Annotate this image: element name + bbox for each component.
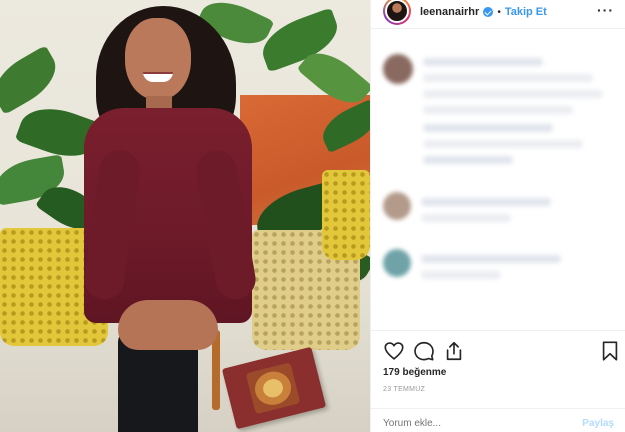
header-divider <box>371 28 625 29</box>
blurred-avatar <box>383 249 411 277</box>
heart-icon[interactable] <box>383 340 405 362</box>
post-sidebar: leenanairhr • Takip Et ··· 179 beğenme 2… <box>370 0 625 432</box>
hands <box>118 300 218 350</box>
face <box>125 18 191 100</box>
comment-bar: Paylaş <box>371 408 625 432</box>
share-icon[interactable] <box>443 340 465 362</box>
blurred-text <box>423 74 593 82</box>
username-link[interactable]: leenanairhr <box>420 6 479 18</box>
blurred-text <box>423 140 583 148</box>
actions-divider <box>371 330 625 331</box>
separator-dot: • <box>497 6 501 18</box>
blurred-comments <box>371 34 625 324</box>
blurred-text <box>421 214 511 222</box>
more-options-icon[interactable]: ··· <box>597 2 614 18</box>
action-bar <box>381 340 621 362</box>
book-cover-art <box>245 362 301 415</box>
blurred-text <box>421 255 561 263</box>
blurred-avatar <box>383 192 411 220</box>
yellow-planter <box>322 170 370 260</box>
blurred-text <box>423 90 603 98</box>
comment-bubble-icon[interactable] <box>413 340 435 362</box>
blurred-text <box>423 58 543 66</box>
blurred-text <box>423 124 553 132</box>
comment-input[interactable] <box>383 418 583 429</box>
post-date: 23 TEMMUZ <box>383 386 426 393</box>
post-header: leenanairhr • Takip Et ··· <box>371 0 625 25</box>
blurred-text <box>421 198 551 206</box>
blurred-avatar <box>383 54 413 84</box>
blurred-text <box>423 106 573 114</box>
verified-badge-icon <box>483 7 494 17</box>
post-comment-button[interactable]: Paylaş <box>582 418 614 429</box>
follow-button[interactable]: Takip Et <box>505 6 547 18</box>
avatar[interactable] <box>383 0 411 25</box>
blurred-text <box>421 271 501 279</box>
likes-count[interactable]: 179 beğenme <box>383 367 446 378</box>
blurred-text <box>423 156 513 164</box>
avatar-image <box>385 0 409 23</box>
bookmark-icon[interactable] <box>599 340 621 362</box>
plant-leaf <box>0 45 66 115</box>
post-photo[interactable] <box>0 0 370 432</box>
